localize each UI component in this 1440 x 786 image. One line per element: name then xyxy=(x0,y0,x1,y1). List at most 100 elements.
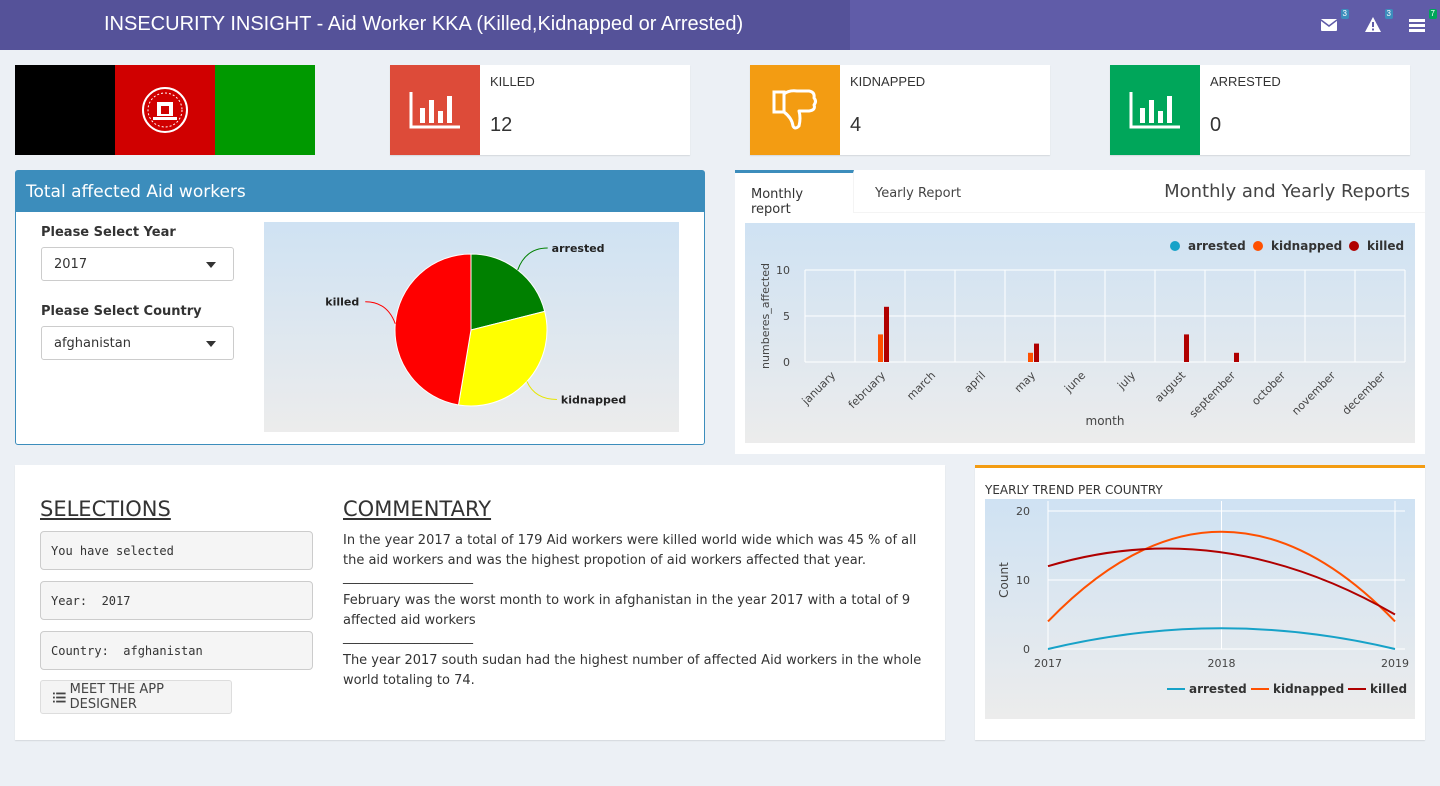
arrested-label: ARRESTED xyxy=(1210,74,1281,89)
bar-y-tick: 10 xyxy=(776,264,790,277)
meet-app-designer-button[interactable]: MEET THE APP DESIGNER xyxy=(40,680,232,714)
bar-x-tick: november xyxy=(1289,369,1338,418)
tasks-icon xyxy=(1409,19,1425,32)
selection-year: Year: 2017 xyxy=(40,581,313,620)
line-legend-label-kidnapped: kidnapped xyxy=(1273,682,1344,696)
line-legend-label-killed: killed xyxy=(1370,682,1407,696)
yearly-trend-box: YEARLY TREND PER COUNTRY 2017 2018 2019 0 10… xyxy=(975,465,1425,740)
commentary-paragraph-3: The year 2017 south sudan had the highes… xyxy=(343,653,922,688)
bar-x-tick: may xyxy=(1012,369,1038,395)
line-y-tick: 20 xyxy=(1016,505,1030,518)
bar-y-tick: 5 xyxy=(783,310,790,323)
bar-kidnapped-february xyxy=(878,334,883,362)
line-legend-label-arrested: arrested xyxy=(1189,682,1247,696)
envelope-icon xyxy=(1320,19,1338,31)
flag-emblem xyxy=(142,87,188,133)
bar-chart-svg: 0 5 10 january february march april may june july… xyxy=(759,239,1406,428)
bar-killed-august xyxy=(1184,334,1189,362)
bar-legend-marker-kidnapped xyxy=(1253,241,1263,251)
tab-yearly-report[interactable]: Yearly Report xyxy=(859,170,977,213)
bar-x-tick: october xyxy=(1249,369,1288,408)
pie-connector-killed xyxy=(365,301,396,324)
thumbs-down-icon xyxy=(750,65,840,155)
killed-value: 12 xyxy=(490,114,513,136)
year-label: Please Select Year xyxy=(41,225,176,240)
bar-killed-september xyxy=(1234,352,1239,362)
arrested-value: 0 xyxy=(1210,114,1222,136)
commentary-separator-1: ____________________ xyxy=(343,570,473,585)
bar-x-tick: january xyxy=(799,369,839,409)
commentary-heading: COMMENTARY xyxy=(343,497,492,521)
selections-heading: SELECTIONS xyxy=(40,497,171,521)
line-chart-svg: 2017 2018 2019 0 10 20 Count arrested kidnapped k… xyxy=(997,501,1409,696)
bar-x-tick: july xyxy=(1114,369,1138,393)
bar-y-tick: 0 xyxy=(783,356,790,369)
bar-x-tick: march xyxy=(904,369,938,403)
line-x-tick: 2017 xyxy=(1034,657,1062,670)
line-y-axis-title: Count xyxy=(997,562,1011,598)
bar-legend-label-killed: killed xyxy=(1367,239,1404,253)
year-select-value: 2017 xyxy=(54,257,88,272)
kidnapped-infobox: KIDNAPPED 4 xyxy=(750,65,1050,155)
caret-down-icon xyxy=(206,262,216,268)
total-affected-box: Total affected Aid workers Please Select… xyxy=(15,170,705,445)
commentary-paragraph-2: February was the worst month to work in … xyxy=(343,593,911,628)
line-x-tick: 2018 xyxy=(1208,657,1236,670)
kidnapped-label: KIDNAPPED xyxy=(850,74,926,89)
meet-app-designer-label: MEET THE APP DESIGNER xyxy=(69,682,164,712)
commentary-paragraph-1: In the year 2017 a total of 179 Aid work… xyxy=(343,533,917,568)
line-y-tick: 10 xyxy=(1016,574,1030,587)
selection-country: Country: afghanistan xyxy=(40,631,313,670)
reports-tabbox: Monthly report Yearly Report Monthly and… xyxy=(735,170,1425,454)
selections-commentary-box: SELECTIONS You have selected Year: 2017 … xyxy=(15,465,945,740)
arrested-infobox: ARRESTED 0 xyxy=(1110,65,1410,155)
afghanistan-flag xyxy=(15,65,315,155)
messages-badge: 3 xyxy=(1340,9,1349,19)
bar-x-tick: august xyxy=(1152,368,1188,404)
bar-legend-label-arrested: arrested xyxy=(1188,239,1246,253)
pie-slice-killed xyxy=(394,253,472,406)
pie-chart-svg: arrested kidnapped killed xyxy=(325,242,626,407)
pie-label-killed: killed xyxy=(325,296,359,309)
bar-y-axis-title: numberes_affected xyxy=(759,263,772,369)
top-navbar: INSECURITY INSIGHT - Aid Worker KKA (Kil… xyxy=(0,0,1440,50)
reports-title: Monthly and Yearly Reports xyxy=(1164,181,1410,202)
tab-monthly-report[interactable]: Monthly report xyxy=(735,170,854,217)
bar-killed-may xyxy=(1034,343,1039,362)
app-title: INSECURITY INSIGHT - Aid Worker KKA (Kil… xyxy=(104,13,744,35)
bar-x-tick: june xyxy=(1061,369,1088,396)
bar-x-tick: february xyxy=(846,369,889,412)
year-select[interactable]: 2017 xyxy=(41,247,234,281)
pie-label-kidnapped: kidnapped xyxy=(561,393,626,406)
bar-x-tick: december xyxy=(1340,369,1389,418)
killed-label: KILLED xyxy=(490,74,535,89)
trend-line-chart: 2017 2018 2019 0 10 20 Count arrested kidnapped k… xyxy=(985,499,1415,719)
box-title: Total affected Aid workers xyxy=(16,171,704,212)
bar-legend-marker-killed xyxy=(1349,241,1359,251)
messages-menu[interactable]: 3 xyxy=(1320,9,1349,36)
bar-legend-marker-arrested xyxy=(1170,241,1180,251)
bar-x-tick: september xyxy=(1187,369,1239,421)
notifications-menu[interactable]: 3 xyxy=(1365,9,1393,36)
tasks-badge: 7 xyxy=(1428,9,1437,19)
notifications-badge: 3 xyxy=(1384,9,1393,19)
bar-legend-label-kidnapped: kidnapped xyxy=(1271,239,1342,253)
warning-icon xyxy=(1365,17,1381,32)
killed-infobox: KILLED 12 xyxy=(390,65,690,155)
pie-chart: arrested kidnapped killed xyxy=(264,222,679,432)
country-label: Please Select Country xyxy=(41,304,202,319)
monthly-bar-chart: 0 5 10 january february march april may june july… xyxy=(745,223,1415,443)
tasks-menu[interactable]: 7 xyxy=(1409,9,1437,36)
caret-down-icon xyxy=(206,341,216,347)
pie-connector-arrested xyxy=(517,247,548,271)
bar-chart-icon xyxy=(1110,65,1200,155)
pie-label-arrested: arrested xyxy=(552,242,605,255)
selection-intro: You have selected xyxy=(40,531,313,570)
bar-chart-icon xyxy=(390,65,480,155)
line-x-tick: 2019 xyxy=(1381,657,1409,670)
bar-x-tick: april xyxy=(962,369,988,395)
bar-kidnapped-may xyxy=(1028,352,1033,362)
country-select[interactable]: afghanistan xyxy=(41,326,234,360)
country-select-value: afghanistan xyxy=(54,336,131,351)
kidnapped-value: 4 xyxy=(850,114,862,136)
